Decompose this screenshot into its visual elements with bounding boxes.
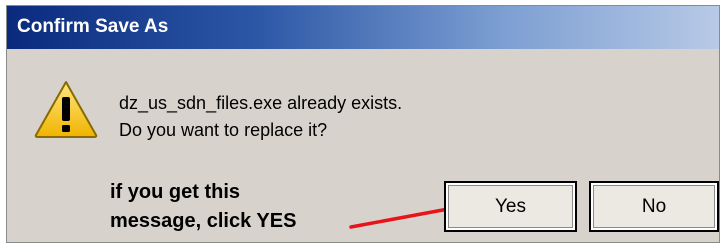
warning-icon (34, 81, 98, 138)
confirm-save-as-dialog: Confirm Save As dz_us_sdn_files.exe alre… (6, 5, 720, 243)
no-button[interactable]: No (589, 181, 719, 232)
yes-button-label: Yes (495, 195, 526, 217)
annotation-line-1: if you get this (110, 181, 240, 203)
message-line-2: Do you want to replace it? (119, 120, 328, 140)
dialog-title: Confirm Save As (17, 16, 169, 37)
message-line-1: dz_us_sdn_files.exe already exists. (119, 93, 403, 113)
yes-button[interactable]: Yes (444, 181, 577, 232)
dialog-message: dz_us_sdn_files.exe already exists. Do y… (119, 90, 402, 144)
annotation-line-2: message, click YES (110, 210, 297, 232)
no-button-label: No (641, 195, 667, 217)
instruction-annotation: if you get this message, click YES (110, 178, 296, 236)
dialog-titlebar[interactable]: Confirm Save As (7, 6, 719, 49)
